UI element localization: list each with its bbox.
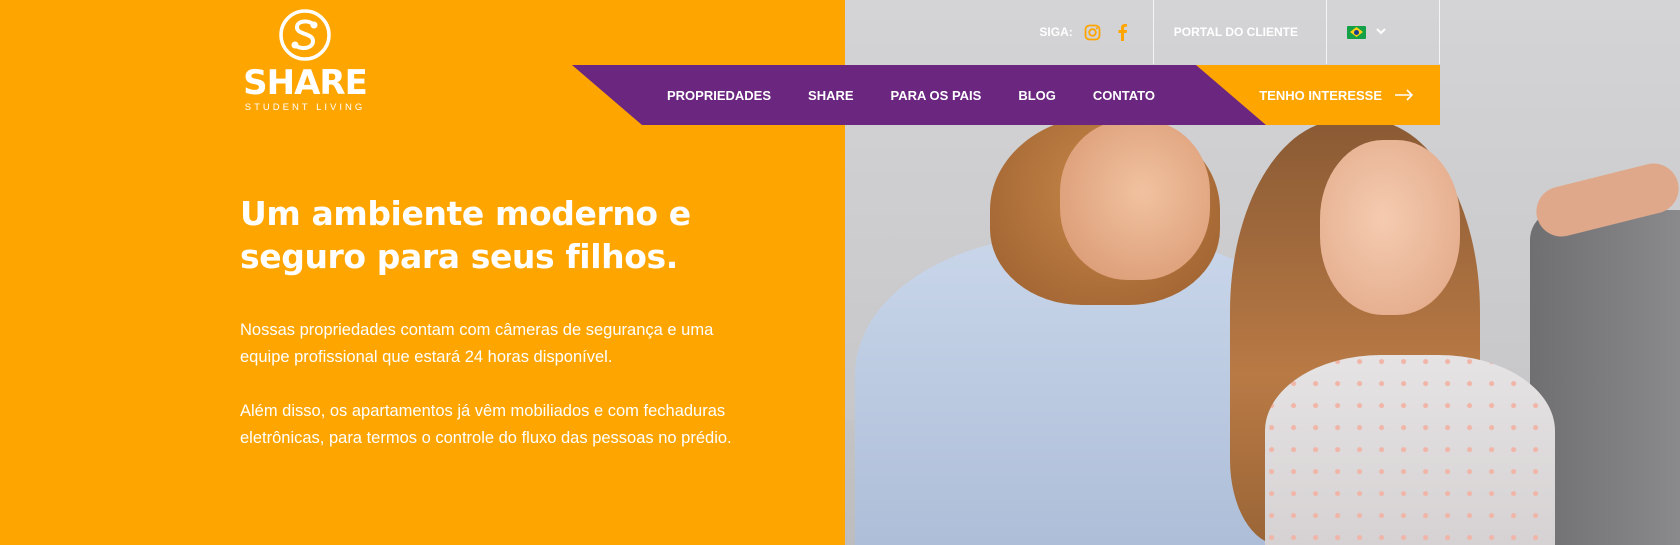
share-logo[interactable]: SHARE STUDENT LIVING	[240, 8, 370, 118]
nav-item-contato[interactable]: CONTATO	[1093, 88, 1155, 103]
interest-button-label: TENHO INTERESSE	[1259, 87, 1382, 103]
top-utility-bar: SIGA: PORTAL DO CLIENTE	[1039, 0, 1440, 64]
hero-paragraph-security: Nossas propriedades contam com câmeras d…	[240, 317, 800, 371]
hero-title: Um ambiente moderno e seguro para seus f…	[240, 192, 720, 278]
paragraph-line: eletrônicas, para termos o controle do f…	[240, 429, 732, 447]
paragraph-line: Nossas propriedades contam com câmeras d…	[240, 321, 714, 339]
brand-tagline: STUDENT LIVING	[244, 102, 366, 113]
paragraph-line: equipe profissional que estará 24 horas …	[240, 348, 613, 366]
photo-woman-face	[1060, 120, 1210, 280]
arrow-right-icon	[1394, 86, 1414, 104]
nav-item-para-os-pais[interactable]: PARA OS PAIS	[891, 88, 982, 103]
paragraph-line: Além disso, os apartamentos já vêm mobil…	[240, 402, 726, 420]
nav-item-share[interactable]: SHARE	[808, 88, 854, 103]
nav-item-blog[interactable]: BLOG	[1018, 88, 1056, 103]
hero-title-line: Um ambiente moderno e	[240, 194, 691, 233]
instagram-icon[interactable]	[1083, 22, 1103, 42]
brazil-flag-icon	[1347, 25, 1366, 39]
share-logo-icon	[279, 9, 331, 61]
topbar-divider	[1439, 0, 1440, 64]
chevron-down-icon	[1376, 27, 1386, 38]
nav-item-propriedades[interactable]: PROPRIEDADES	[667, 88, 771, 103]
hero-title-line: seguro para seus filhos.	[240, 237, 678, 276]
client-portal-link[interactable]: PORTAL DO CLIENTE	[1154, 0, 1326, 64]
hero-paragraph-apartments: Além disso, os apartamentos já vêm mobil…	[240, 398, 800, 452]
photo-girl-face	[1320, 140, 1460, 315]
facebook-icon[interactable]	[1113, 22, 1133, 42]
language-selector[interactable]	[1327, 0, 1439, 64]
brand-name: SHARE	[243, 63, 368, 103]
social-links: SIGA:	[1039, 0, 1152, 64]
photo-girl-sweater	[1265, 355, 1555, 545]
follow-label: SIGA:	[1039, 25, 1073, 39]
main-nav: PROPRIEDADES SHARE PARA OS PAIS BLOG CON…	[667, 65, 1155, 125]
